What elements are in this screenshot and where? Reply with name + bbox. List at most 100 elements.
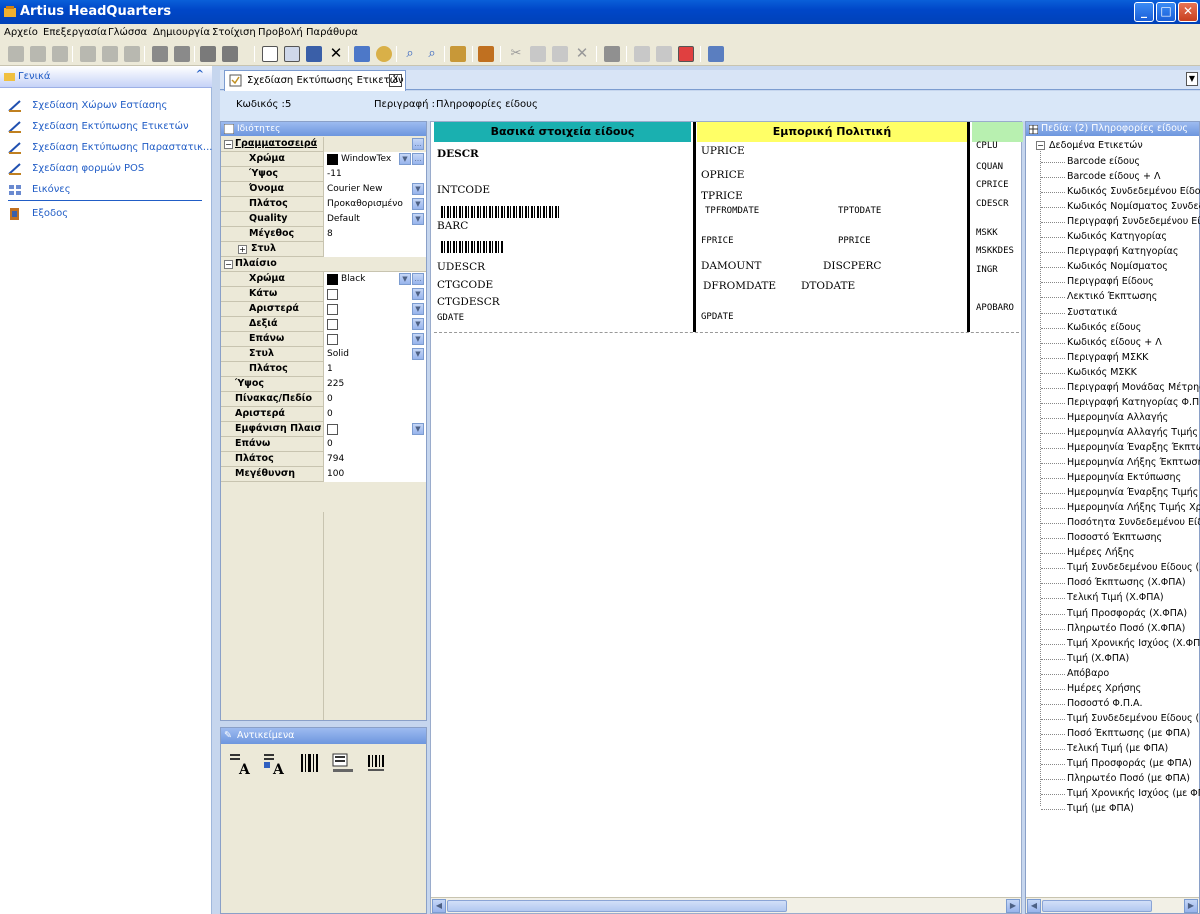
collapse-icon[interactable]: ^ bbox=[196, 69, 204, 80]
palette-icon[interactable] bbox=[376, 46, 392, 62]
dropdown-icon[interactable]: ▼ bbox=[412, 213, 424, 225]
basic-field[interactable]: DESCR bbox=[437, 148, 479, 160]
menu-align[interactable]: Στοίχιση bbox=[212, 27, 256, 38]
dropdown-icon[interactable]: ▼ bbox=[412, 183, 424, 195]
tree-item[interactable]: Ημερομηνία Αλλαγής Τιμής bbox=[1067, 427, 1198, 438]
static-text-icon[interactable]: A bbox=[263, 752, 287, 778]
band-extra[interactable] bbox=[972, 122, 1023, 142]
basic-field[interactable]: BARC bbox=[437, 220, 468, 232]
property-row[interactable]: Χρώμα WindowTex ▼… bbox=[221, 152, 426, 167]
barcode-graphic[interactable] bbox=[441, 206, 559, 218]
property-row[interactable]: Αριστερά 0 bbox=[221, 407, 426, 422]
window-icon[interactable] bbox=[354, 46, 370, 62]
maximize-button[interactable]: □ bbox=[1156, 2, 1176, 22]
property-value[interactable]: Black ▼… bbox=[323, 272, 426, 287]
property-value[interactable]: 0 bbox=[323, 407, 426, 422]
menu-windows[interactable]: Παράθυρα bbox=[306, 27, 358, 38]
property-row[interactable]: Αριστερά ▼ bbox=[221, 302, 426, 317]
property-row[interactable]: Πλάτος Προκαθορισμένο ▼ bbox=[221, 197, 426, 212]
dropdown-icon[interactable]: ▼ bbox=[412, 318, 424, 330]
scroll-left-icon[interactable]: ◀ bbox=[432, 899, 446, 913]
menu-file[interactable]: Αρχείο bbox=[4, 27, 38, 38]
property-row[interactable]: Κάτω ▼ bbox=[221, 287, 426, 302]
tree-item[interactable]: Ημερομηνία Εκτύπωσης bbox=[1067, 472, 1181, 483]
checkbox[interactable] bbox=[327, 304, 338, 315]
tree-item[interactable]: Συστατικά bbox=[1067, 307, 1117, 318]
dropdown-icon[interactable]: ▼ bbox=[412, 288, 424, 300]
align-top-icon[interactable] bbox=[80, 46, 96, 62]
property-row[interactable]: Επάνω 0 bbox=[221, 437, 426, 452]
align-middle-icon[interactable] bbox=[102, 46, 118, 62]
property-row[interactable]: Εμφάνιση Πλαισί ▼ bbox=[221, 422, 426, 437]
tree-item[interactable]: Ημέρες Λήξης bbox=[1067, 547, 1135, 558]
align-left-icon[interactable] bbox=[8, 46, 24, 62]
barcode-icon[interactable] bbox=[299, 752, 323, 776]
checkbox[interactable] bbox=[327, 334, 338, 345]
scroll-left-icon[interactable]: ◀ bbox=[1027, 899, 1041, 913]
extra-field[interactable]: CPRICE bbox=[976, 180, 1009, 190]
tree-item[interactable]: Τελική Τιμή (Χ.ΦΠΑ) bbox=[1067, 592, 1164, 603]
open-icon[interactable] bbox=[284, 46, 300, 62]
scroll-thumb[interactable] bbox=[1042, 900, 1152, 912]
align-center-icon[interactable] bbox=[30, 46, 46, 62]
property-value[interactable]: … bbox=[323, 137, 426, 152]
tab-list-icon[interactable]: ▼ bbox=[1186, 72, 1198, 86]
property-row[interactable]: Πίνακας/Πεδίο 0 bbox=[221, 392, 426, 407]
dropdown-icon[interactable]: ▼ bbox=[412, 333, 424, 345]
tree-item[interactable]: Τιμή (Χ.ΦΠΑ) bbox=[1067, 653, 1129, 664]
label-design-canvas[interactable]: Βασικά στοιχεία είδους Εμπορική Πολιτική… bbox=[430, 121, 1023, 914]
scroll-thumb[interactable] bbox=[447, 900, 787, 912]
property-row[interactable]: Στυλ Solid ▼ bbox=[221, 347, 426, 362]
tree-item[interactable]: Κωδικός ΜΣΚΚ bbox=[1067, 367, 1137, 378]
basic-field[interactable]: INTCODE bbox=[437, 184, 490, 196]
exit-toolbar-icon[interactable] bbox=[478, 46, 494, 62]
checkbox[interactable] bbox=[327, 424, 338, 435]
basic-field[interactable]: UDESCR bbox=[437, 261, 485, 273]
property-value[interactable]: 8 bbox=[323, 227, 426, 242]
canvas-scrollbar[interactable]: ◀ ▶ bbox=[431, 897, 1021, 913]
property-value[interactable]: -11 bbox=[323, 167, 426, 182]
text-field-icon[interactable]: A bbox=[229, 752, 253, 778]
tree-item[interactable]: Ποσοστό Έκπτωσης bbox=[1067, 532, 1162, 543]
dropdown-icon[interactable]: ▼ bbox=[412, 303, 424, 315]
fields-icon[interactable] bbox=[450, 46, 466, 62]
extra-field[interactable]: CDESCR bbox=[976, 199, 1009, 209]
tree-item[interactable]: Περιγραφή Κατηγορίας Φ.Π.Α bbox=[1067, 397, 1200, 408]
tree-item[interactable]: Τιμή Συνδεδεμένου Είδους (μ bbox=[1067, 713, 1200, 724]
ellipsis-button[interactable]: … bbox=[412, 153, 424, 165]
basic-field[interactable]: GDATE bbox=[437, 313, 464, 323]
send-back-icon[interactable] bbox=[656, 46, 672, 62]
property-row-style[interactable]: + Στυλ bbox=[221, 242, 426, 257]
tree-item[interactable]: Πληρωτέο Ποσό (με ΦΠΑ) bbox=[1067, 773, 1190, 784]
checkbox[interactable] bbox=[327, 289, 338, 300]
tree-item[interactable]: Ημερομηνία Αλλαγής bbox=[1067, 412, 1168, 423]
extra-field[interactable]: APOBARO bbox=[976, 303, 1014, 313]
tree-item[interactable]: Ποσό Έκπτωσης (με ΦΠΑ) bbox=[1067, 728, 1190, 739]
tree-item[interactable]: Λεκτικό Έκπτωσης bbox=[1067, 291, 1157, 302]
dropdown-icon[interactable]: ▼ bbox=[399, 273, 411, 285]
cut-icon[interactable]: ✂ bbox=[508, 46, 524, 62]
basic-field[interactable]: CTGCODE bbox=[437, 279, 493, 291]
menu-language[interactable]: Γλώσσα bbox=[108, 27, 147, 38]
tree-item[interactable]: Περιγραφή Είδους bbox=[1067, 276, 1154, 287]
commercial-field[interactable]: DFROMDATE bbox=[703, 280, 776, 292]
tree-item[interactable]: Ημερομηνία Λήξης Τιμής Χρο bbox=[1067, 502, 1200, 513]
tree-item[interactable]: Ημερομηνία Έναρξης Έκπτω bbox=[1067, 442, 1200, 453]
tree-item[interactable]: Περιγραφή Κατηγορίας bbox=[1067, 246, 1179, 257]
property-row[interactable]: Ύψος 225 bbox=[221, 377, 426, 392]
properties-icon[interactable] bbox=[604, 46, 620, 62]
tree-item[interactable]: Κωδικός Συνδεδεμένου Είδου bbox=[1067, 186, 1200, 197]
preview-icon[interactable] bbox=[708, 46, 724, 62]
band-basic-info[interactable]: Βασικά στοιχεία είδους bbox=[434, 122, 691, 142]
basic-field[interactable]: CTGDESCR bbox=[437, 296, 500, 308]
tree-item[interactable]: Περιγραφή Μονάδας Μέτρηση bbox=[1067, 382, 1200, 393]
bring-front-icon[interactable] bbox=[634, 46, 650, 62]
dropdown-icon[interactable]: ▼ bbox=[412, 198, 424, 210]
zoom-in-icon[interactable]: ⌕ bbox=[402, 46, 418, 62]
tree-item[interactable]: Πληρωτέο Ποσό (Χ.ΦΠΑ) bbox=[1067, 623, 1185, 634]
commercial-field[interactable]: FPRICE bbox=[701, 236, 734, 246]
close-button[interactable]: ✕ bbox=[1178, 2, 1198, 22]
same-height-icon[interactable] bbox=[174, 46, 190, 62]
barcode-number-icon[interactable] bbox=[365, 752, 389, 776]
dropdown-icon[interactable]: ▼ bbox=[399, 153, 411, 165]
